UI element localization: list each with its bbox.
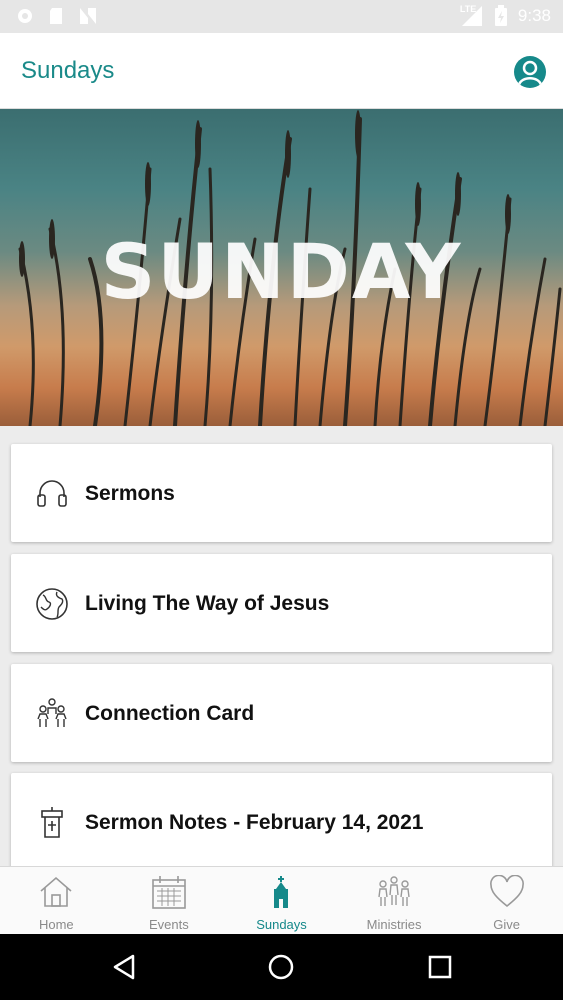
pulpit-icon <box>41 807 63 838</box>
n-app-icon <box>80 8 96 24</box>
nav-label: Ministries <box>366 917 422 932</box>
status-time: 9:38 <box>517 6 551 25</box>
home-circle-icon[interactable] <box>268 954 294 980</box>
sd-card-icon <box>50 8 62 24</box>
nav-label: Home <box>38 917 74 932</box>
card-connection-card[interactable]: Connection Card <box>11 664 552 762</box>
card-sermons[interactable]: Sermons <box>11 444 552 542</box>
signal-icon: LTE <box>459 4 484 27</box>
app-bar: Sundays <box>0 33 563 109</box>
recents-icon[interactable] <box>427 954 453 980</box>
back-icon[interactable] <box>111 954 137 980</box>
nav-label: Events <box>149 917 189 932</box>
nav-item-home[interactable]: Home <box>0 867 113 934</box>
hero-title: SUNDAY <box>100 227 463 316</box>
calendar-icon <box>152 876 186 909</box>
battery-icon <box>494 5 507 26</box>
card-label: Sermon Notes - February 14, 2021 <box>85 811 424 834</box>
network-label: LTE <box>459 4 477 14</box>
house-icon <box>40 876 72 907</box>
heart-icon <box>489 875 524 908</box>
globe-icon <box>36 588 68 620</box>
card-label: Living The Way of Jesus <box>85 592 330 615</box>
nav-label: Sundays <box>256 917 307 932</box>
card-living-the-way[interactable]: Living The Way of Jesus <box>11 554 552 652</box>
hero-banner: SUNDAY <box>0 109 563 426</box>
nav-label: Give <box>493 917 521 932</box>
profile-button[interactable] <box>514 56 546 88</box>
nav-item-give[interactable]: Give <box>450 867 563 934</box>
person-circle-icon <box>517 60 543 86</box>
church-icon <box>274 876 289 908</box>
nav-item-ministries[interactable]: Ministries <box>338 867 451 934</box>
card-label: Connection Card <box>85 702 255 725</box>
group-icon <box>378 876 410 906</box>
notification-icon <box>18 9 32 23</box>
system-navigation-bar <box>0 934 563 1000</box>
people-icon <box>37 698 67 727</box>
nav-item-events[interactable]: Events <box>113 867 226 934</box>
bottom-navigation: Home Events Sundays Ministries Give <box>0 866 563 934</box>
page-title: Sundays <box>21 57 115 84</box>
headphones-icon <box>37 480 67 507</box>
status-bar: LTE 9:38 <box>0 0 563 33</box>
card-sermon-notes[interactable]: Sermon Notes - February 14, 2021 <box>11 773 552 871</box>
nav-item-sundays[interactable]: Sundays <box>225 867 338 934</box>
card-label: Sermons <box>85 482 175 505</box>
